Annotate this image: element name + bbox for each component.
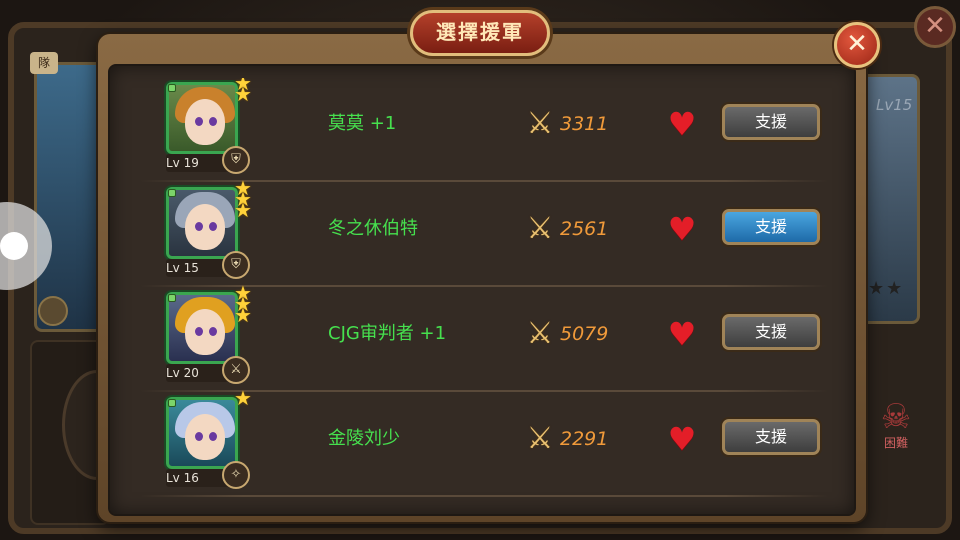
combat-power: 5079: [560, 323, 609, 345]
reinforcement-list-panel: ★ ★ Lv 19 ⛨ 莫莫 +1 ⚔ 3311 ♥ 支援 ★ ★ ★ Lv 1…: [108, 64, 856, 516]
hero-face: [185, 414, 225, 460]
star-icon: ★: [234, 303, 252, 327]
star-rating: ★ ★ ★: [234, 283, 256, 327]
hero-portrait: [166, 187, 238, 259]
dialog-title: 選擇援軍: [410, 10, 550, 56]
background-card-stars: ★★: [868, 278, 905, 299]
star-rating: ★: [234, 386, 256, 410]
combat-power: 2291: [560, 428, 609, 450]
hero-portrait: [166, 292, 238, 364]
list-item: ★ ★ ★ Lv 20 ⚔ CJG审判者 +1 ⚔ 5079 ♥ 支援: [120, 283, 848, 392]
hero-eye: [195, 222, 203, 231]
difficulty-label: 困難: [883, 436, 908, 450]
list-item: ★ ★ ★ Lv 15 ⛨ 冬之休伯特 ⚔ 2561 ♥ 支援: [120, 178, 848, 287]
hero-eye: [209, 117, 217, 126]
hero-portrait: [166, 82, 238, 154]
star-rating: ★ ★: [234, 78, 256, 106]
background-skill-icon: [38, 296, 68, 326]
star-icon: ★: [234, 386, 252, 410]
list-item: ★ ★ Lv 19 ⛨ 莫莫 +1 ⚔ 3311 ♥ 支援: [120, 78, 848, 182]
player-name: CJG审判者 +1: [328, 323, 447, 344]
hero-eye: [195, 327, 203, 336]
floating-assistive-dot: [0, 232, 28, 260]
star-icon: ★: [234, 82, 252, 106]
heart-icon: ♥: [667, 315, 697, 353]
crossed-swords-icon: ⚔: [526, 421, 554, 456]
portrait-corner-dot: [168, 189, 176, 197]
difficulty-skull-icon: ☠ 困難: [868, 400, 924, 460]
star-icon: ★: [234, 198, 252, 222]
portrait-corner-dot: [168, 84, 176, 92]
hero-eye: [209, 327, 217, 336]
hero-face: [185, 204, 225, 250]
star-rating: ★ ★ ★: [234, 178, 256, 222]
player-name: 冬之休伯特: [328, 218, 418, 239]
heart-icon: ♥: [667, 105, 697, 143]
combat-power: 2561: [560, 218, 609, 240]
hero-eye: [209, 222, 217, 231]
crossed-swords-icon: ⚔: [526, 211, 554, 246]
player-name: 金陵刘少: [328, 428, 400, 449]
background-close-icon: ✕: [914, 6, 956, 48]
hero-level: Lv 16: [166, 471, 199, 485]
player-name: 莫莫 +1: [328, 113, 397, 134]
list-item: ★ Lv 16 ✧ 金陵刘少 ⚔ 2291 ♥ 支援: [120, 386, 848, 497]
hero-level: Lv 19: [166, 156, 199, 170]
support-button[interactable]: 支援: [722, 104, 820, 140]
background-card-level: Lv15: [876, 96, 913, 114]
hero-portrait: [166, 397, 238, 469]
row-divider: [140, 495, 828, 497]
heart-icon: ♥: [667, 210, 697, 248]
staff-icon: ✧: [222, 461, 250, 489]
hero-eye: [195, 432, 203, 441]
hero-level: Lv 20: [166, 366, 199, 380]
shield-icon: ⛨: [222, 251, 250, 279]
combat-power: 3311: [560, 113, 609, 135]
sword-icon: ⚔: [222, 356, 250, 384]
crossed-swords-icon: ⚔: [526, 316, 554, 351]
hero-eye: [209, 432, 217, 441]
hero-level: Lv 15: [166, 261, 199, 275]
hero-eye: [195, 117, 203, 126]
hero-face: [185, 309, 225, 355]
background-team-label: 隊: [30, 52, 58, 74]
crossed-swords-icon: ⚔: [526, 106, 554, 141]
support-button[interactable]: 支援: [722, 209, 820, 245]
close-icon[interactable]: ✕: [834, 22, 880, 68]
reinforcement-list: ★ ★ Lv 19 ⛨ 莫莫 +1 ⚔ 3311 ♥ 支援 ★ ★ ★ Lv 1…: [120, 78, 848, 508]
shield-icon: ⛨: [222, 146, 250, 174]
portrait-corner-dot: [168, 294, 176, 302]
support-button[interactable]: 支援: [722, 314, 820, 350]
reinforcement-dialog: ★ ★ Lv 19 ⛨ 莫莫 +1 ⚔ 3311 ♥ 支援 ★ ★ ★ Lv 1…: [98, 34, 866, 522]
heart-icon: ♥: [667, 420, 697, 458]
support-button[interactable]: 支援: [722, 419, 820, 455]
hero-face: [185, 99, 225, 145]
portrait-corner-dot: [168, 399, 176, 407]
